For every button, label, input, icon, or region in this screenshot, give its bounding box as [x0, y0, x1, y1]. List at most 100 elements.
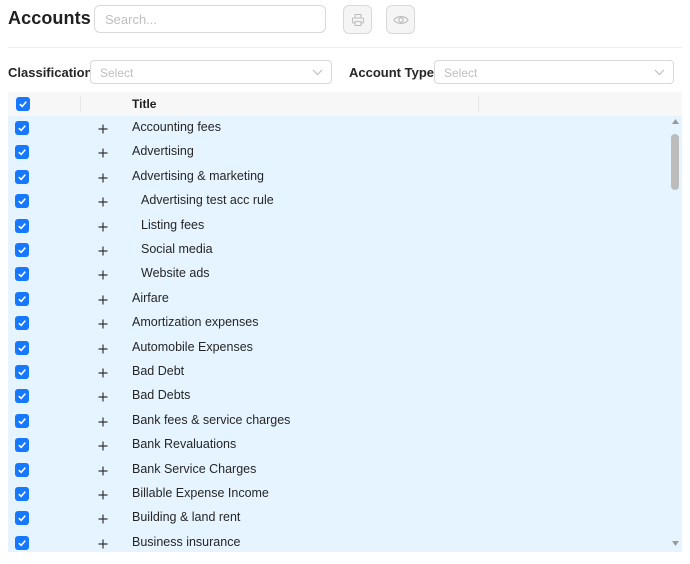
checkmark-icon [18, 539, 26, 547]
expand-plus-icon[interactable] [97, 390, 109, 402]
table-row[interactable]: Amortization expenses [8, 311, 668, 335]
expand-plus-icon[interactable] [97, 415, 109, 427]
checkmark-icon [18, 344, 26, 352]
row-checkbox[interactable] [15, 413, 29, 428]
checkmark-icon [18, 271, 26, 278]
row-checkbox[interactable] [15, 365, 29, 379]
table-row[interactable]: Bank Service Charges [8, 458, 668, 482]
vertical-scrollbar[interactable] [668, 116, 682, 552]
row-checkbox[interactable] [15, 243, 29, 257]
row-checkbox[interactable] [15, 340, 29, 355]
row-title: Bad Debts [132, 388, 191, 403]
checkmark-icon [18, 491, 26, 498]
select-all-checkbox[interactable] [16, 97, 30, 111]
expand-plus-icon[interactable] [97, 342, 109, 354]
expand-plus-icon[interactable] [97, 439, 109, 451]
table-row[interactable]: Bank fees & service charges [8, 409, 668, 433]
row-title: Social media [141, 242, 213, 256]
table-row[interactable]: Listing fees [8, 214, 668, 238]
expand-plus-icon[interactable] [97, 317, 109, 329]
table-row[interactable]: Billable Expense Income [8, 482, 668, 506]
row-title: Listing fees [141, 217, 205, 232]
row-title: Bad Debt [132, 364, 185, 378]
table-row[interactable]: Bad Debt [8, 360, 668, 384]
account-type-select[interactable]: Select [434, 60, 674, 84]
checkmark-icon [18, 369, 26, 376]
expand-plus-icon[interactable] [97, 268, 109, 280]
row-checkbox[interactable] [15, 145, 29, 160]
row-title: Automobile Expenses [132, 339, 253, 354]
table-row[interactable]: Accounting fees [8, 116, 668, 140]
column-separator [80, 96, 81, 112]
row-title: Billable Expense Income [132, 486, 269, 500]
classification-label: Classification [8, 65, 93, 80]
expand-plus-icon[interactable] [97, 195, 109, 207]
checkmark-icon [18, 515, 26, 522]
checkmark-icon [18, 393, 26, 400]
row-checkbox[interactable] [15, 169, 29, 184]
row-checkbox[interactable] [15, 462, 29, 477]
page-header: Accounts [0, 0, 690, 40]
account-type-label: Account Type [349, 65, 434, 80]
table-header: Title [8, 92, 682, 116]
table-row[interactable]: Bad Debts [8, 384, 668, 408]
print-button[interactable] [343, 5, 372, 34]
table-row[interactable]: Business insurance [8, 531, 668, 552]
expand-plus-icon[interactable] [97, 244, 109, 256]
row-checkbox[interactable] [15, 487, 29, 501]
row-checkbox[interactable] [15, 389, 29, 404]
row-checkbox[interactable] [15, 218, 29, 233]
row-checkbox[interactable] [15, 194, 29, 209]
expand-plus-icon[interactable] [97, 464, 109, 476]
expand-plus-icon[interactable] [97, 171, 109, 183]
scrollbar-thumb[interactable] [671, 134, 679, 190]
search-input[interactable] [94, 5, 326, 33]
expand-plus-icon[interactable] [97, 512, 109, 524]
row-checkbox[interactable] [15, 316, 29, 331]
table-row[interactable]: Website ads [8, 262, 668, 286]
row-checkbox[interactable] [15, 511, 29, 526]
header-divider [8, 47, 682, 48]
table-row[interactable]: Advertising & marketing [8, 165, 668, 189]
expand-plus-icon[interactable] [97, 122, 109, 134]
scroll-up-arrow-icon[interactable] [672, 119, 679, 124]
checkmark-icon [18, 417, 26, 425]
expand-plus-icon[interactable] [97, 537, 109, 549]
eye-icon [392, 15, 409, 24]
row-checkbox[interactable] [15, 121, 29, 135]
expand-plus-icon[interactable] [97, 488, 109, 500]
row-title: Building & land rent [132, 510, 241, 525]
filter-bar: Classification Select Account Type Selec… [0, 58, 690, 86]
row-checkbox[interactable] [15, 291, 29, 306]
row-checkbox[interactable] [15, 535, 29, 550]
checkmark-icon [19, 101, 27, 108]
classification-select[interactable]: Select [90, 60, 332, 84]
checkmark-icon [18, 173, 26, 181]
checkmark-icon [18, 295, 26, 303]
expand-plus-icon[interactable] [97, 293, 109, 305]
table-row[interactable]: Automobile Expenses [8, 336, 668, 360]
accounts-table: Title Business insurance Building & land … [8, 92, 682, 552]
view-button[interactable] [386, 5, 415, 34]
table-row[interactable]: Advertising [8, 140, 668, 164]
expand-plus-icon[interactable] [97, 366, 109, 378]
row-title: Bank fees & service charges [132, 412, 291, 427]
classification-placeholder: Select [100, 66, 134, 80]
account-type-placeholder: Select [444, 66, 478, 80]
checkmark-icon [18, 125, 26, 132]
checkmark-icon [18, 320, 26, 327]
row-checkbox[interactable] [15, 267, 29, 282]
table-row[interactable]: Bank Revaluations [8, 433, 668, 457]
row-checkbox[interactable] [15, 438, 29, 453]
checkmark-icon [18, 442, 26, 449]
expand-plus-icon[interactable] [97, 220, 109, 232]
table-row[interactable]: Social media [8, 238, 668, 262]
expand-plus-icon[interactable] [97, 146, 109, 158]
row-title: Bank Revaluations [132, 437, 237, 452]
table-row[interactable]: Airfare [8, 287, 668, 311]
table-row[interactable]: Building & land rent [8, 506, 668, 530]
scroll-down-arrow-icon[interactable] [672, 541, 679, 546]
row-title: Advertising & marketing [132, 168, 265, 183]
column-header-title[interactable]: Title [132, 97, 156, 111]
table-row[interactable]: Advertising test acc rule [8, 189, 668, 213]
